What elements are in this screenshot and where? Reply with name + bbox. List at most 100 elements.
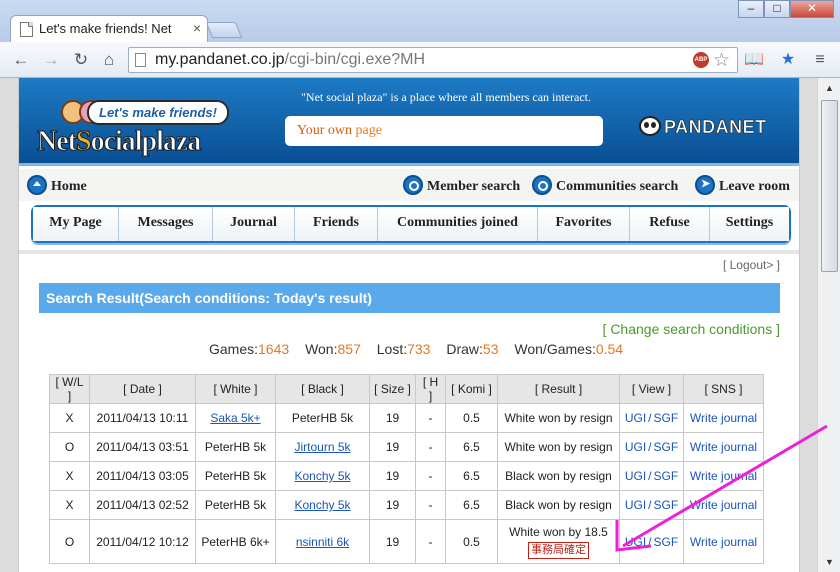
ugi-link[interactable]: UGI (625, 535, 646, 549)
site-header: Let's make friends! NetSocialplaza "Net … (19, 78, 799, 166)
nav-settings[interactable]: Settings (710, 207, 789, 241)
cell-wl: X (49, 490, 90, 520)
translate-icon[interactable]: ★ (778, 50, 798, 70)
menu-icon[interactable]: ≡ (810, 50, 830, 70)
back-icon[interactable]: ← (10, 50, 32, 70)
forward-icon[interactable]: → (40, 50, 62, 70)
table-row: X 2011/04/13 02:52 PeterHB 5k Konchy 5k … (49, 490, 764, 520)
sgf-link[interactable]: SGF (654, 535, 679, 549)
cell-size: 19 (369, 432, 416, 462)
adblock-icon[interactable]: ABP (693, 52, 709, 68)
browser-tab[interactable]: Let's make friends! Net × (10, 15, 208, 43)
communities-search-link[interactable]: Communities search (532, 175, 678, 195)
cell-black: PeterHB 5k (275, 403, 370, 433)
logout-link[interactable]: [ Logout> ] (723, 258, 780, 272)
cell-komi: 0.5 (445, 403, 498, 433)
write-journal-link[interactable]: Write journal (683, 432, 764, 462)
site-logo[interactable]: Let's make friends! NetSocialplaza (31, 88, 281, 158)
cell-wl: X (49, 403, 90, 433)
home-link[interactable]: Home (27, 175, 87, 195)
col-view: [ View ] (619, 374, 684, 404)
address-bar[interactable]: my.pandanet.co.jp/cgi-bin/cgi.exe?MH ABP… (128, 47, 738, 73)
cell-h: - (415, 519, 446, 564)
close-window-button[interactable]: ✕ (790, 0, 834, 18)
white-player-link[interactable]: Saka 5k+ (210, 411, 260, 425)
new-tab-button[interactable] (205, 22, 243, 38)
cell-white: PeterHB 5k (195, 490, 276, 520)
tab-close-icon[interactable]: × (193, 20, 201, 36)
cell-view: UGI / SGF (619, 519, 684, 564)
sgf-link[interactable]: SGF (654, 440, 679, 454)
minimize-button[interactable]: – (738, 0, 764, 18)
cell-size: 19 (369, 490, 416, 520)
change-search-conditions-link[interactable]: [ Change search conditions ] (603, 321, 780, 337)
sub-navigation: Home Member search Communities search Le… (19, 169, 799, 201)
write-journal-link[interactable]: Write journal (683, 403, 764, 433)
col-komi: [ Komi ] (445, 374, 498, 404)
cell-black: Konchy 5k (275, 461, 370, 491)
nav-friends[interactable]: Friends (295, 207, 378, 241)
scroll-thumb[interactable] (821, 100, 838, 272)
main-navigation: My Page Messages Journal Friends Communi… (31, 205, 791, 243)
black-player-link[interactable]: nsinniti 6k (296, 535, 349, 549)
table-header-row: [ W/L ] [ Date ] [ White ] [ Black ] [ S… (49, 374, 764, 404)
cell-h: - (415, 490, 446, 520)
ugi-link[interactable]: UGI (625, 411, 646, 425)
page-icon (135, 53, 146, 67)
member-search-link[interactable]: Member search (403, 175, 520, 195)
col-white: [ White ] (195, 374, 276, 404)
black-player-link[interactable]: Jirtourn 5k (294, 440, 350, 454)
nav-messages[interactable]: Messages (119, 207, 213, 241)
panda-icon (639, 116, 661, 136)
black-player-link[interactable]: Konchy 5k (294, 498, 350, 512)
sgf-link[interactable]: SGF (654, 469, 679, 483)
cell-komi: 6.5 (445, 490, 498, 520)
scroll-down-icon[interactable]: ▼ (821, 554, 838, 570)
ugi-link[interactable]: UGI (625, 498, 646, 512)
cell-h: - (415, 432, 446, 462)
black-player-link[interactable]: Konchy 5k (294, 469, 350, 483)
write-journal-link[interactable]: Write journal (683, 519, 764, 564)
write-journal-link[interactable]: Write journal (683, 461, 764, 491)
leave-room-link[interactable]: Leave room (695, 175, 790, 195)
leave-icon (695, 175, 715, 195)
scroll-up-icon[interactable]: ▲ (821, 80, 838, 96)
col-result: [ Result ] (497, 374, 620, 404)
cell-wl: O (49, 432, 90, 462)
pandanet-brand[interactable]: PANDANET (639, 116, 767, 138)
sgf-link[interactable]: SGF (654, 498, 679, 512)
nav-refuse[interactable]: Refuse (630, 207, 710, 241)
ugi-link[interactable]: UGI (625, 469, 646, 483)
cell-black: nsinniti 6k (275, 519, 370, 564)
write-journal-link[interactable]: Write journal (683, 490, 764, 520)
col-wl: [ W/L ] (49, 374, 90, 404)
cell-wl: X (49, 461, 90, 491)
logo-text: NetSocialplaza (37, 126, 202, 158)
site-description: "Net social plaza" is a place where all … (301, 90, 591, 104)
home-circle-icon (27, 175, 47, 195)
office-confirmed-badge: 事務局確定 (528, 541, 589, 559)
cell-result: White won by 18.5 事務局確定 (497, 519, 620, 564)
nav-favorites[interactable]: Favorites (538, 207, 630, 241)
table-row: X 2011/04/13 10:11 Saka 5k+ PeterHB 5k 1… (49, 403, 764, 433)
col-black: [ Black ] (275, 374, 370, 404)
home-icon[interactable]: ⌂ (98, 50, 120, 70)
cell-view: UGI / SGF (619, 490, 684, 520)
url-text[interactable]: my.pandanet.co.jp/cgi-bin/cgi.exe?MH (155, 51, 425, 69)
reader-icon[interactable]: 📖 (744, 50, 764, 70)
ugi-link[interactable]: UGI (625, 440, 646, 454)
cell-size: 19 (369, 519, 416, 564)
search-icon (532, 175, 552, 195)
vertical-scrollbar[interactable]: ▲ ▼ (817, 78, 840, 572)
nav-my-page[interactable]: My Page (33, 207, 119, 241)
cell-date: 2011/04/13 10:11 (89, 403, 196, 433)
page-viewport: Let's make friends! NetSocialplaza "Net … (0, 78, 817, 572)
reload-icon[interactable]: ↻ (70, 50, 92, 70)
star-icon[interactable]: ☆ (713, 49, 730, 72)
nav-journal[interactable]: Journal (213, 207, 295, 241)
maximize-button[interactable]: □ (764, 0, 790, 18)
nav-communities-joined[interactable]: Communities joined (378, 207, 538, 241)
own-page-link[interactable]: Your own page (285, 116, 603, 146)
sgf-link[interactable]: SGF (654, 411, 679, 425)
cell-date: 2011/04/13 03:51 (89, 432, 196, 462)
